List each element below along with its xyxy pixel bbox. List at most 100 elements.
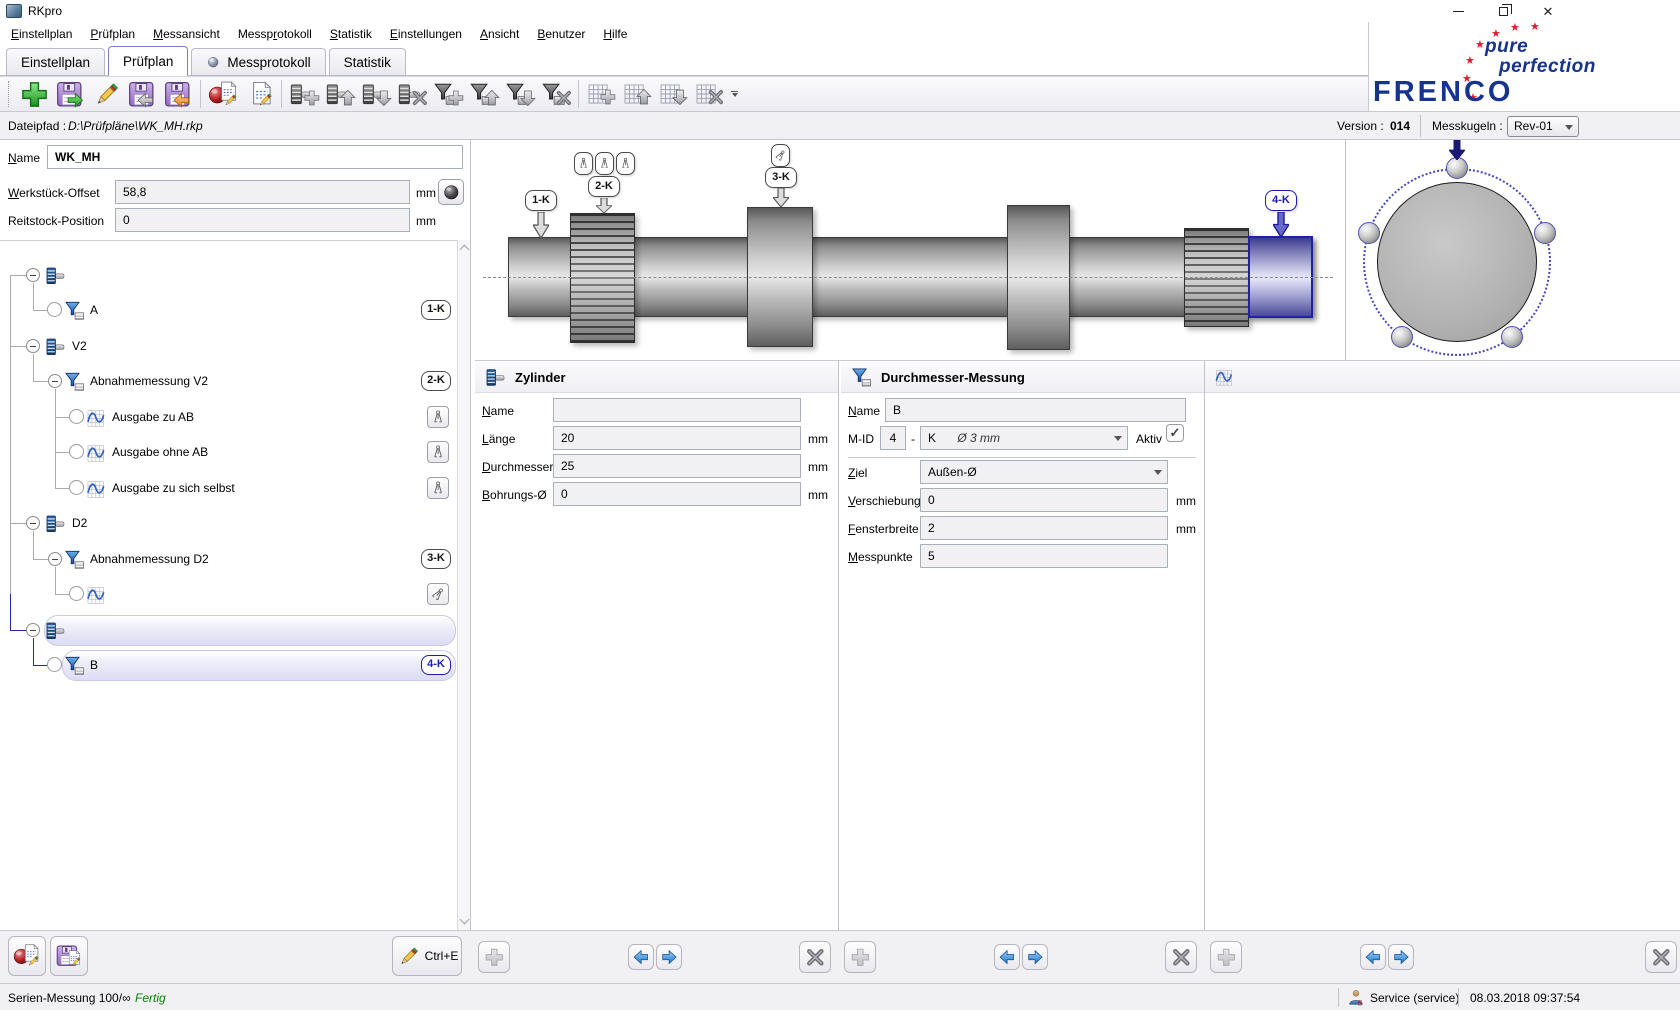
- probe-button[interactable]: [427, 406, 449, 428]
- marker-3k[interactable]: 3-K: [765, 167, 797, 188]
- messung-name-input[interactable]: B: [885, 398, 1186, 422]
- menu-statistik[interactable]: Statistik: [321, 24, 381, 44]
- output-add-button[interactable]: [1210, 941, 1242, 973]
- tree-toggle-collapse[interactable]: [26, 516, 40, 530]
- cylinder-up-button[interactable]: [322, 78, 358, 111]
- workpiece-name-input[interactable]: WK_MH: [47, 145, 463, 169]
- tree-node-b[interactable]: B: [90, 657, 98, 673]
- menu-pr-fplan[interactable]: Prüfplan: [81, 24, 144, 44]
- new-plan-button[interactable]: [16, 78, 52, 111]
- marker-4k[interactable]: 4-K: [1265, 190, 1297, 211]
- cylinder-down-button[interactable]: [358, 78, 394, 111]
- measurement-up-button[interactable]: [466, 78, 502, 111]
- marker-2k[interactable]: 2-K: [588, 176, 620, 197]
- badge-1-k[interactable]: 1-K: [421, 300, 451, 320]
- output-down-button[interactable]: [655, 78, 691, 111]
- zylinder-previous-button[interactable]: [628, 944, 654, 970]
- tree-toggle-collapse[interactable]: [48, 552, 62, 566]
- tree-node-abnahmemessung-v2[interactable]: Abnahmemessung V2: [90, 373, 208, 389]
- delete-measurement-button[interactable]: [538, 78, 574, 111]
- tree-node-bullet[interactable]: [69, 444, 84, 459]
- marker-1k[interactable]: 1-K: [525, 190, 557, 211]
- ziel-caret-icon[interactable]: [1154, 470, 1162, 475]
- tab-einstellplan[interactable]: Einstellplan: [6, 48, 105, 75]
- protocol-preview-button[interactable]: [8, 936, 46, 976]
- delete-cylinder-button[interactable]: [394, 78, 430, 111]
- menu-einstellplan[interactable]: Einstellplan: [2, 24, 81, 44]
- fensterbreite-input[interactable]: 2: [920, 516, 1168, 540]
- zylinder-next-button[interactable]: [656, 944, 682, 970]
- edit-mode-button[interactable]: Ctrl+E: [392, 936, 462, 976]
- badge-2-k[interactable]: 2-K: [421, 371, 451, 391]
- probe-badge-icon[interactable]: [616, 152, 635, 175]
- probe-select[interactable]: K Ø 3 mm: [920, 426, 1128, 450]
- save-plan-button[interactable]: [52, 78, 88, 111]
- tree-toggle-collapse[interactable]: [26, 339, 40, 353]
- werkstueck-offset-input[interactable]: 58,8: [115, 180, 410, 204]
- menu-hilfe[interactable]: Hilfe: [594, 24, 636, 44]
- messung-previous-button[interactable]: [994, 944, 1020, 970]
- output-up-button[interactable]: [619, 78, 655, 111]
- tree-toggle-collapse[interactable]: [48, 374, 62, 388]
- mid-input[interactable]: 4: [880, 426, 906, 450]
- tree-node-d2[interactable]: D2: [72, 515, 87, 531]
- tree-node-ausgabe-zu-ab[interactable]: Ausgabe zu AB: [112, 409, 194, 425]
- tree-node-ausgabe-zu-sich-selbst[interactable]: Ausgabe zu sich selbst: [112, 480, 235, 496]
- tree-toggle-collapse[interactable]: [26, 268, 40, 282]
- measurement-down-button[interactable]: [502, 78, 538, 111]
- zylinder-delete-button[interactable]: [799, 941, 831, 973]
- output-delete-button[interactable]: [1645, 941, 1677, 973]
- tab-messprotokoll[interactable]: Messprotokoll: [191, 48, 325, 75]
- edit-protocol-button[interactable]: [241, 78, 277, 111]
- tree-scrollbar[interactable]: [457, 240, 470, 930]
- verschiebung-input[interactable]: 0: [920, 488, 1168, 512]
- probe-badge-icon[interactable]: [771, 144, 790, 167]
- offset-sphere-button[interactable]: [438, 179, 464, 205]
- tree-node-bullet[interactable]: [47, 302, 62, 317]
- probe-button[interactable]: [427, 583, 449, 605]
- tree-node-abnahmemessung-d2[interactable]: Abnahmemessung D2: [90, 551, 209, 567]
- name-input[interactable]: [553, 398, 801, 422]
- ziel-input[interactable]: Außen-Ø: [920, 460, 1168, 484]
- menu-messansicht[interactable]: Messansicht: [144, 24, 229, 44]
- tree-node-bullet[interactable]: [47, 657, 62, 672]
- messpunkte-input[interactable]: 5: [920, 544, 1168, 568]
- menu-messprotokoll[interactable]: Messprotokoll: [229, 24, 321, 44]
- zylinder-add-button[interactable]: [478, 941, 510, 973]
- messung-add-button[interactable]: [844, 941, 876, 973]
- save-protocol-button[interactable]: [50, 936, 88, 976]
- title-bar[interactable]: RKpro ✕: [0, 0, 1680, 22]
- badge-4-k[interactable]: 4-K: [421, 655, 451, 675]
- restore-button[interactable]: [1486, 0, 1520, 22]
- probe-button[interactable]: [427, 477, 449, 499]
- new-protocol-button[interactable]: [205, 78, 241, 111]
- add-output-button[interactable]: [583, 78, 619, 111]
- tree-node-bullet[interactable]: [69, 409, 84, 424]
- menu-ansicht[interactable]: Ansicht: [471, 24, 528, 44]
- tree-node-ausgabe-ohne-ab[interactable]: Ausgabe ohne AB: [112, 444, 208, 460]
- toolbar-overflow-button[interactable]: [731, 91, 738, 97]
- messung-next-button[interactable]: [1022, 944, 1048, 970]
- tree-node-bullet[interactable]: [69, 586, 84, 601]
- menu-einstellungen[interactable]: Einstellungen: [381, 24, 471, 44]
- menu-benutzer[interactable]: Benutzer: [528, 24, 594, 44]
- tree-node-bullet[interactable]: [69, 480, 84, 495]
- durchmesser-input[interactable]: 25: [553, 454, 801, 478]
- add-cylinder-button[interactable]: [286, 78, 322, 111]
- tab-pr-fplan[interactable]: Prüfplan: [108, 46, 188, 76]
- output-next-button[interactable]: [1388, 944, 1414, 970]
- tree-node-a[interactable]: A: [90, 302, 98, 318]
- l-nge-input[interactable]: 20: [553, 426, 801, 450]
- edit-plan-button[interactable]: [88, 78, 124, 111]
- output-previous-button[interactable]: [1360, 944, 1386, 970]
- tree-toggle-collapse[interactable]: [26, 623, 40, 637]
- delete-output-button[interactable]: [691, 78, 727, 111]
- gear-segment-1[interactable]: [570, 213, 635, 343]
- messkugeln-dropdown[interactable]: Rev-01: [1507, 116, 1579, 137]
- revert-plan-button[interactable]: [160, 78, 196, 111]
- probe-badge-icon[interactable]: [595, 152, 614, 175]
- probe-badge-icon[interactable]: [574, 152, 593, 175]
- tree-node-v2[interactable]: V2: [72, 338, 87, 354]
- scroll-up-icon[interactable]: [460, 245, 470, 255]
- aktiv-checkbox[interactable]: ✓: [1166, 424, 1184, 442]
